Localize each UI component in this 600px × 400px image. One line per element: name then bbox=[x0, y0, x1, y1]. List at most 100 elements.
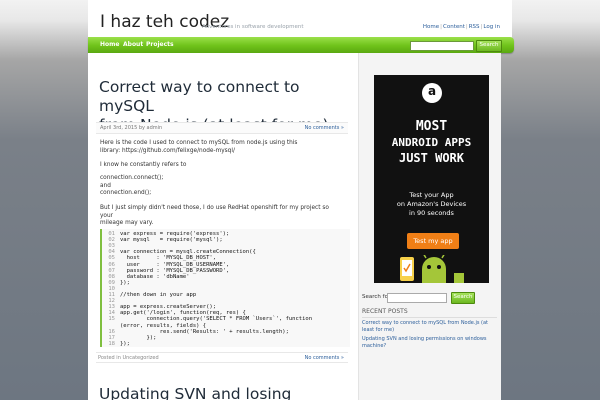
code-line: 01 var express = require('express'); bbox=[102, 231, 348, 237]
nav-item-home[interactable]: Home bbox=[100, 41, 119, 48]
code-text: database : 'dbName' bbox=[120, 273, 190, 280]
code-line: 13 app = express.createServer(); bbox=[102, 304, 348, 310]
comments-link[interactable]: No comments » bbox=[305, 355, 344, 361]
inline-code-block: connection.connect(); and connection.end… bbox=[100, 175, 340, 198]
paragraph-link-line[interactable]: library: https://github.com/felixge/node… bbox=[100, 148, 340, 156]
code-text: var express = require('express'); bbox=[120, 231, 230, 237]
top-nav-login[interactable]: Log in bbox=[483, 24, 500, 30]
post-title[interactable]: Updating SVN and losing bbox=[99, 385, 349, 400]
site-header: I haz teh codez Adventures in software d… bbox=[88, 0, 512, 38]
line-number: 08 bbox=[108, 273, 115, 280]
top-nav-content[interactable]: Content bbox=[443, 24, 465, 30]
post-paragraph: I know he constantly refers to bbox=[100, 162, 187, 168]
code-text: (error, results, fields) { bbox=[120, 322, 207, 329]
top-nav-home[interactable]: Home bbox=[423, 24, 439, 30]
inline-code: connection.connect(); bbox=[100, 175, 164, 181]
code-text: connection.query('SELECT * FROM `Users`'… bbox=[120, 316, 313, 323]
code-line: 03 bbox=[102, 243, 348, 249]
ad-headline: ANDROID APPS bbox=[391, 136, 472, 149]
ad-subtext: in 90 seconds bbox=[409, 209, 454, 217]
nav-search-input[interactable] bbox=[410, 41, 474, 51]
code-line: 18}); bbox=[102, 341, 348, 347]
code-line: 02 var mysql = require('mysql'); bbox=[102, 237, 348, 243]
top-nav-rss[interactable]: RSS bbox=[469, 24, 480, 30]
code-line: 04 var connection = mysql.createConnectio… bbox=[102, 249, 348, 255]
line-number: 17 bbox=[108, 334, 115, 341]
line-number: 06 bbox=[108, 261, 115, 268]
line-number: 15 bbox=[108, 316, 115, 323]
top-nav: Home|Content|RSS|Log in bbox=[422, 24, 500, 30]
inline-code: connection.end(); bbox=[100, 190, 152, 196]
code-line: 08 database : 'dbName' bbox=[102, 274, 348, 280]
line-number: 11 bbox=[108, 292, 115, 298]
line-number: 01 bbox=[108, 231, 115, 237]
post-footer: Posted in Uncategorized No comments » bbox=[96, 352, 348, 363]
line-number: 07 bbox=[108, 267, 115, 274]
page-wrapper: Correct way to connect to mySQL from Nod… bbox=[88, 53, 501, 400]
post-paragraph: But I just simply didn't need those, I d… bbox=[100, 205, 340, 228]
code-text: var mysql = require('mysql'); bbox=[120, 237, 223, 244]
code-line: 14 app.get('/login', function(req, res) { bbox=[102, 310, 348, 316]
ad-banner[interactable]: a MOST ANDROID APPS JUST WORK Test your … bbox=[374, 75, 489, 283]
code-text: password : 'MYSQL_DB_PASSWORD', bbox=[120, 267, 230, 274]
sidebar-search-button[interactable]: Search bbox=[451, 292, 475, 304]
code-line: 10 bbox=[102, 286, 348, 292]
line-number: 03 bbox=[108, 243, 115, 250]
code-text: var connection = mysql.createConnection(… bbox=[120, 249, 256, 256]
line-number: 09 bbox=[108, 279, 115, 286]
ad-headline: JUST WORK bbox=[398, 151, 465, 165]
line-number: 18 bbox=[108, 340, 115, 347]
nav-search-button[interactable]: Search bbox=[476, 40, 502, 52]
ad-subtext: on Amazon's Devices bbox=[396, 200, 467, 208]
code-text: //then down in your app bbox=[120, 292, 197, 298]
code-line: 05 host : 'MYSQL_DB_HOST', bbox=[102, 255, 348, 261]
line-number: 10 bbox=[108, 285, 115, 292]
line-number: 12 bbox=[108, 298, 115, 305]
code-text: host : 'MYSQL_DB_HOST', bbox=[120, 255, 217, 262]
post-title-line-1[interactable]: Correct way to connect to mySQL bbox=[99, 78, 349, 116]
paragraph-line: Here is the code I used to connect to my… bbox=[100, 140, 298, 146]
line-number: 04 bbox=[108, 249, 115, 256]
recent-posts-heading: RECENT POSTS bbox=[362, 308, 497, 318]
ad-subtext: Test your App bbox=[409, 191, 454, 199]
sidebar: a MOST ANDROID APPS JUST WORK Test your … bbox=[358, 53, 501, 400]
amazon-logo-letter: a bbox=[427, 84, 437, 98]
main-nav: Home About Projects Search bbox=[88, 37, 514, 53]
code-text: res.send('Results: ' + results.length); bbox=[120, 328, 289, 335]
posted-in[interactable]: Posted in Uncategorized bbox=[98, 355, 159, 361]
line-number: 14 bbox=[108, 310, 115, 317]
code-text: app.get('/login', function(req, res) { bbox=[120, 310, 246, 317]
line-number: 13 bbox=[108, 304, 115, 311]
comments-link[interactable]: No comments » bbox=[305, 125, 344, 131]
site-description: Adventures in software development bbox=[202, 24, 304, 30]
code-line: 07 password : 'MYSQL_DB_PASSWORD', bbox=[102, 268, 348, 274]
code-line: 12 bbox=[102, 298, 348, 304]
code-line: 09}); bbox=[102, 280, 348, 286]
code-line: 17 }); bbox=[102, 335, 348, 341]
code-text: }); bbox=[120, 334, 157, 341]
paragraph-line: But I just simply didn't need those, I d… bbox=[100, 205, 329, 219]
ad-cta-button[interactable]: Test my app bbox=[407, 233, 459, 249]
code-line: 06 user : 'MYSQL_DB_USERNAME', bbox=[102, 262, 348, 268]
code-line: 11 //then down in your app bbox=[102, 292, 348, 298]
post-paragraph: Here is the code I used to connect to my… bbox=[100, 140, 340, 155]
post-meta: April 3rd, 2015 by admin No comments » bbox=[96, 122, 348, 134]
post-date-author: April 3rd, 2015 by admin bbox=[100, 125, 163, 131]
code-block: 01 var express = require('express'); 02 var… bbox=[100, 229, 350, 347]
code-text: user : 'MYSQL_DB_USERNAME', bbox=[120, 261, 230, 268]
code-text: }); bbox=[120, 279, 130, 286]
ad-headline: MOST bbox=[415, 119, 448, 134]
android-robot-icon bbox=[400, 255, 464, 283]
paragraph-line: mileage may vary. bbox=[100, 220, 154, 226]
main-content: Correct way to connect to mySQL from Nod… bbox=[88, 53, 358, 400]
code-text: }); bbox=[120, 340, 130, 347]
line-number: 05 bbox=[108, 255, 115, 262]
recent-post-link[interactable]: Correct way to connect to mySQL from Nod… bbox=[362, 320, 494, 334]
sidebar-search-input[interactable] bbox=[387, 293, 447, 303]
nav-item-projects[interactable]: Projects bbox=[146, 41, 174, 48]
recent-post-link[interactable]: Updating SVN and losing permissions on w… bbox=[362, 336, 494, 350]
code-line: 15 connection.query('SELECT * FROM `User… bbox=[102, 316, 348, 322]
code-line: 16 res.send('Results: ' + results.length… bbox=[102, 329, 348, 335]
nav-item-about[interactable]: About bbox=[123, 41, 143, 48]
inline-text: and bbox=[100, 182, 111, 189]
